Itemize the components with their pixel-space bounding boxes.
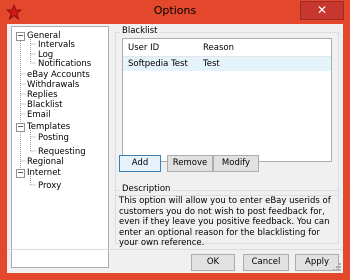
tree-item-regional[interactable]: Regional (27, 157, 64, 167)
close-button[interactable]: ✕ (300, 1, 344, 20)
tree-item-internet[interactable]: Internet (27, 168, 61, 178)
tree-item-requesting[interactable]: Requesting (38, 147, 86, 157)
cell-reason: Test (203, 59, 220, 69)
tree-item-notifications[interactable]: Notifications (38, 59, 91, 69)
add-button[interactable]: Add (119, 155, 161, 172)
list-header: User ID Reason (123, 39, 331, 57)
modify-button[interactable]: Modify (213, 155, 259, 172)
tree-item-email[interactable]: Email (27, 110, 51, 120)
table-row[interactable]: Softpedia Test Test (123, 57, 331, 71)
tree-item-posting[interactable]: Posting (38, 133, 69, 143)
client-area: − General Intervals Log Notifications eB… (7, 24, 343, 273)
options-tree[interactable]: − General Intervals Log Notifications eB… (11, 26, 109, 268)
tree-item-proxy[interactable]: Proxy (38, 181, 61, 191)
expander-general[interactable]: − (16, 32, 25, 41)
options-window: Options ✕ − General Intervals Log Notifi… (0, 0, 350, 280)
remove-button[interactable]: Remove (167, 155, 213, 172)
column-header-reason[interactable]: Reason (203, 43, 234, 53)
expander-templates[interactable]: − (16, 123, 25, 132)
tree-item-intervals[interactable]: Intervals (38, 40, 75, 50)
footer-separator (7, 249, 343, 250)
tree-item-templates[interactable]: Templates (27, 122, 70, 132)
expander-internet[interactable]: − (16, 169, 25, 178)
tree-item-ebay-accounts[interactable]: eBay Accounts (27, 70, 90, 80)
resize-grip-icon[interactable] (332, 262, 342, 272)
tree-item-replies[interactable]: Replies (27, 90, 58, 100)
description-group-label: Description (120, 184, 173, 194)
tree-item-blacklist[interactable]: Blacklist (27, 100, 62, 110)
ok-button[interactable]: OK (191, 254, 235, 271)
window-title: Options (153, 4, 197, 17)
blacklist-group-label: Blacklist (120, 26, 160, 36)
cell-user-id: Softpedia Test (128, 59, 188, 69)
cancel-button[interactable]: Cancel (243, 254, 289, 271)
description-text: This option will allow you to enter eBay… (119, 196, 331, 248)
titlebar[interactable]: Options ✕ (0, 0, 350, 24)
blacklist-list[interactable]: User ID Reason Softpedia Test Test (122, 38, 332, 162)
close-icon: ✕ (316, 3, 328, 17)
column-header-user-id[interactable]: User ID (128, 43, 159, 53)
tree-item-withdrawals[interactable]: Withdrawals (27, 80, 79, 90)
